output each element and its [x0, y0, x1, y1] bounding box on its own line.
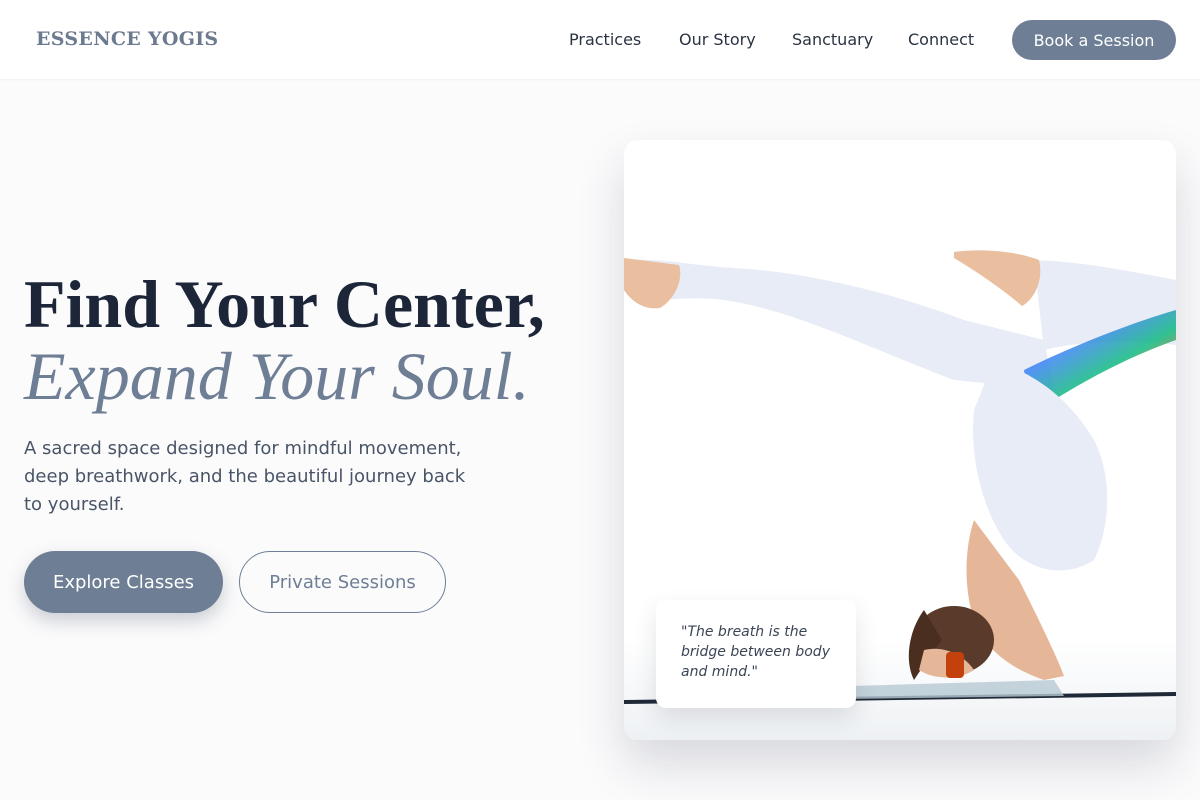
nav-link-our-story[interactable]: Our Story	[679, 30, 756, 49]
explore-classes-button[interactable]: Explore Classes	[24, 551, 223, 613]
nav-link-practices[interactable]: Practices	[569, 30, 641, 49]
hero-subtitle: A sacred space designed for mindful move…	[24, 438, 466, 515]
site-header: ESSENCE YOGIS Practices Our Story Sanctu…	[0, 0, 1200, 80]
book-session-button[interactable]: Book a Session	[1012, 20, 1176, 60]
quote-text: "The breath is the bridge between body a…	[681, 624, 830, 680]
quote-card: "The breath is the bridge between body a…	[656, 600, 856, 708]
private-sessions-button[interactable]: Private Sessions	[239, 551, 446, 613]
nav-link-sanctuary[interactable]: Sanctuary	[792, 30, 873, 49]
hero-title-line1: Find Your Center,	[24, 266, 545, 342]
brand-logo[interactable]: ESSENCE YOGIS	[36, 28, 218, 50]
nav-link-connect[interactable]: Connect	[908, 30, 974, 49]
hero-title-line2: Expand Your Soul.	[24, 338, 530, 414]
